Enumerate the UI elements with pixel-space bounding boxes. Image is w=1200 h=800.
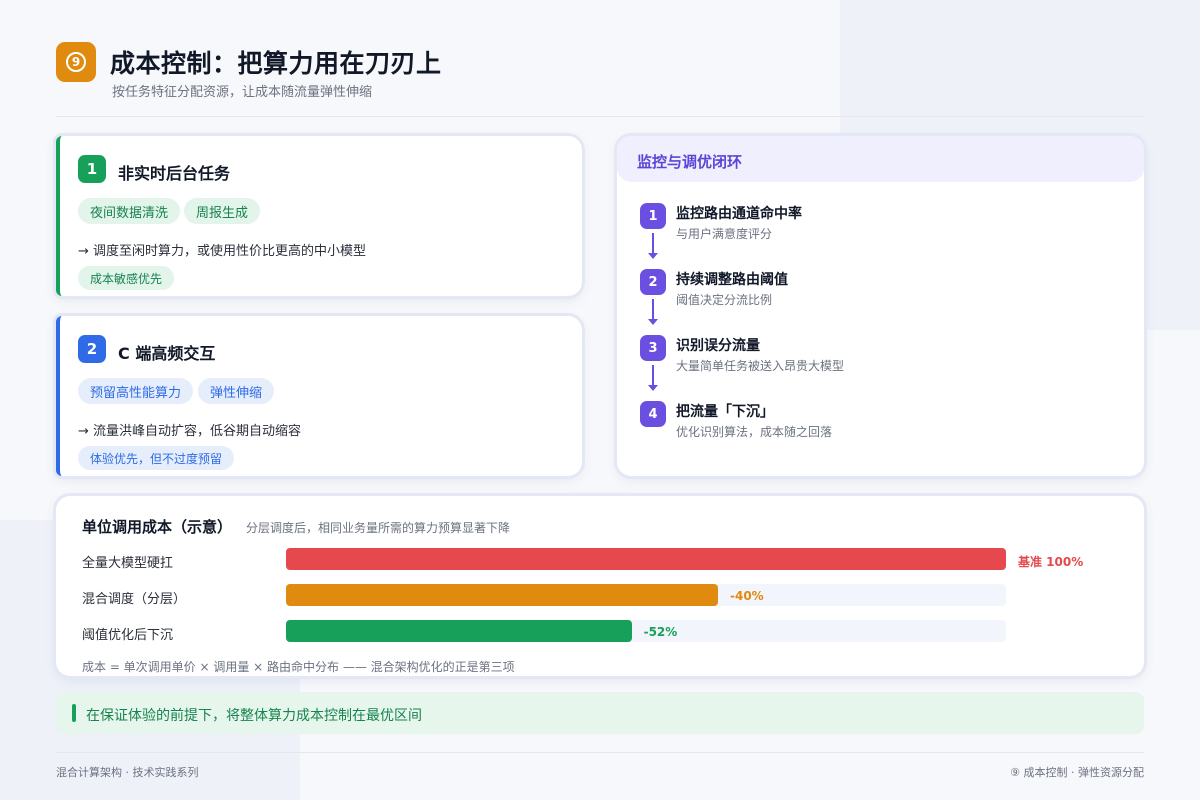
step-subtitle: 与用户满意度评分 — [676, 227, 773, 241]
step-arrow-down — [648, 299, 658, 325]
step-number: 4 — [640, 401, 666, 427]
step-title: 监控路由通道命中率 — [676, 206, 802, 222]
section-number-badge: 9 — [56, 42, 96, 82]
chip-weekly-report: 周报生成 — [184, 198, 261, 224]
cost-bar-value: -40% — [730, 589, 764, 603]
cost-title: 单位调用成本（示意） — [82, 518, 233, 536]
callout-text: 在保证体验的前提下，将整体算力成本控制在最优区间 — [86, 708, 422, 724]
step-subtitle: 大量简单任务被送入昂贵大模型 — [676, 359, 845, 373]
card-number: 2 — [78, 335, 106, 363]
cost-bar-value: -52% — [643, 625, 678, 639]
chip-reserved-compute: 预留高性能算力 — [78, 378, 194, 404]
footer-section: ⑨ 成本控制 · 弹性资源分配 — [1010, 766, 1144, 779]
card-consumer-interaction: 2 C 端高频交互 预留高性能算力 弹性伸缩 → 流量洪峰自动扩容，低谷期自动缩… — [56, 316, 582, 476]
step-arrow-down — [648, 233, 658, 259]
step-subtitle: 阈值决定分流比例 — [676, 293, 773, 307]
step-title: 持续调整路由阈值 — [676, 272, 788, 288]
footer-divider — [56, 752, 1144, 753]
chip-elastic-scaling: 弹性伸缩 — [198, 378, 275, 404]
card-title: C 端高频交互 — [118, 344, 216, 363]
cost-bar-fill — [286, 620, 632, 642]
footer-series: 混合计算架构 · 技术实践系列 — [56, 766, 199, 779]
page-subtitle: 按任务特征分配资源，让成本随流量弹性伸缩 — [112, 85, 373, 100]
card-description: → 流量洪峰自动扩容，低谷期自动缩容 — [78, 424, 302, 439]
cost-bar-value: 基准 100% — [1018, 555, 1084, 569]
step-title: 识别误分流量 — [676, 338, 760, 354]
cost-row-label: 全量大模型硬扛 — [82, 556, 174, 571]
step-number: 2 — [640, 269, 666, 295]
card-title: 非实时后台任务 — [118, 164, 231, 183]
cost-subtitle: 分层调度后，相同业务量所需的算力预算显著下降 — [246, 521, 511, 535]
cost-row-label: 混合调度（分层） — [82, 592, 187, 607]
card-number: 1 — [78, 155, 106, 183]
card-monitor-loop: 监控与调优闭环 1 监控路由通道命中率 与用户满意度评分 2 持续调整路由阈值 … — [617, 136, 1144, 476]
step-subtitle: 优化识别算法，成本随之回落 — [676, 425, 833, 439]
page-title: 成本控制：把算力用在刀刃上 — [110, 49, 442, 78]
card-priority-tag: 成本敏感优先 — [78, 266, 175, 290]
step-number: 3 — [640, 335, 666, 361]
card-background-tasks: 1 非实时后台任务 夜间数据清洗 周报生成 → 调度至闲时算力，或使用性价比更高… — [56, 136, 582, 296]
cost-bar-track — [286, 548, 1006, 570]
cost-bar-fill — [286, 548, 1006, 570]
cost-formula: 成本 = 单次调用单价 × 调用量 × 路由命中分布 —— 混合架构优化的正是第… — [82, 660, 515, 674]
section-number: 9 — [66, 52, 86, 72]
header-divider — [56, 116, 1144, 117]
cost-bar-fill — [286, 584, 718, 606]
cost-bar-track — [286, 584, 1006, 606]
cost-row-label: 阈值优化后下沉 — [82, 628, 174, 643]
step-title: 把流量「下沉」 — [676, 404, 774, 420]
card-unit-cost: 单位调用成本（示意） 分层调度后，相同业务量所需的算力预算显著下降 全量大模型硬… — [56, 496, 1144, 676]
step-number: 1 — [640, 203, 666, 229]
step-arrow-down — [648, 365, 658, 391]
monitor-title: 监控与调优闭环 — [637, 153, 743, 171]
card-description: → 调度至闲时算力，或使用性价比更高的中小模型 — [78, 244, 367, 259]
chip-night-data-cleaning: 夜间数据清洗 — [78, 198, 181, 224]
card-priority-tag: 体验优先，但不过度预留 — [78, 446, 235, 470]
summary-callout: 在保证体验的前提下，将整体算力成本控制在最优区间 — [56, 692, 1144, 734]
callout-accent-bar — [72, 704, 76, 722]
